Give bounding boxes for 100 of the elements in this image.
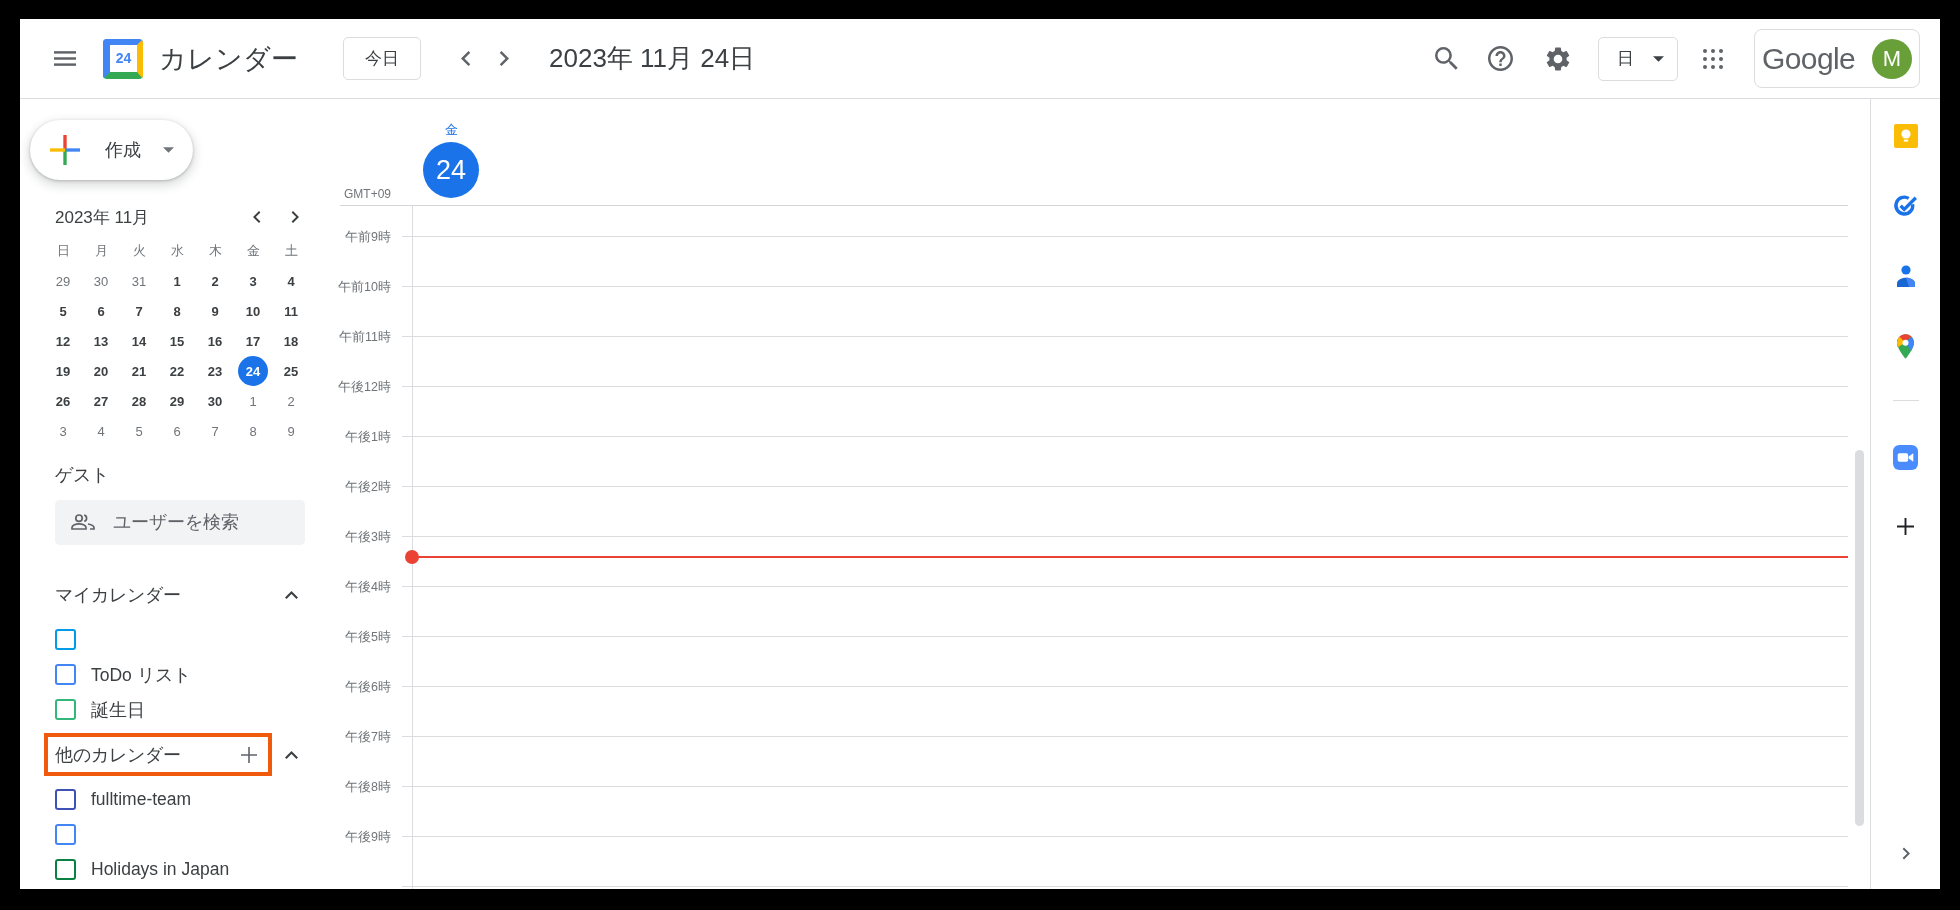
- calendar-name: ToDo リスト: [91, 663, 191, 687]
- chevron-left-icon[interactable]: [461, 51, 471, 66]
- calendar-checkbox[interactable]: [55, 699, 76, 720]
- calendar-day[interactable]: 7: [124, 296, 154, 326]
- hour-label: 午後5時: [344, 629, 392, 646]
- calendar-day[interactable]: 3: [238, 266, 268, 296]
- calendar-day[interactable]: 5: [124, 416, 154, 446]
- calendar-day[interactable]: 17: [238, 326, 268, 356]
- calendar-day[interactable]: 23: [200, 356, 230, 386]
- calendar-day[interactable]: 14: [124, 326, 154, 356]
- calendar-day[interactable]: 1: [162, 266, 192, 296]
- calendar-day[interactable]: 27: [86, 386, 116, 416]
- calendar-day[interactable]: 8: [162, 296, 192, 326]
- calendar-day[interactable]: 1: [238, 386, 268, 416]
- calendar-day[interactable]: 4: [86, 416, 116, 446]
- calendar-day[interactable]: 30: [86, 266, 116, 296]
- calendar-day[interactable]: 2: [200, 266, 230, 296]
- hour-label: 午後6時: [344, 679, 392, 696]
- calendar-day[interactable]: 31: [124, 266, 154, 296]
- date-circle[interactable]: 24: [423, 142, 479, 198]
- help-icon[interactable]: [1487, 46, 1513, 71]
- calendar-day[interactable]: 3: [48, 416, 78, 446]
- chevron-up-icon[interactable]: [284, 590, 298, 599]
- hour-label: 午後9時: [344, 829, 392, 846]
- calendar-checkbox[interactable]: [55, 824, 76, 845]
- calendar-day[interactable]: 11: [276, 296, 306, 326]
- calendar-day[interactable]: 9: [200, 296, 230, 326]
- calendar-name: 誕生日: [91, 698, 145, 722]
- calendar-day[interactable]: 21: [124, 356, 154, 386]
- hour-label: 午前11時: [338, 329, 392, 346]
- calendar-day[interactable]: 13: [86, 326, 116, 356]
- add-icon[interactable]: [1897, 517, 1914, 535]
- calendar-name: Holidays in Japan: [91, 859, 230, 880]
- calendar-day[interactable]: 25: [276, 356, 306, 386]
- hour-label: 午後8時: [344, 779, 392, 796]
- account-button[interactable]: Google M: [1754, 29, 1920, 88]
- weekday-label: 日: [56, 242, 70, 260]
- caret-down-icon: [163, 147, 174, 153]
- calendar-day[interactable]: 15: [162, 326, 192, 356]
- hour-label: 午後1時: [344, 429, 392, 446]
- google-wordmark: Google: [1762, 43, 1856, 74]
- map-pin-icon[interactable]: [1897, 333, 1914, 359]
- calendar-day[interactable]: 10: [238, 296, 268, 326]
- calendar-day[interactable]: 6: [86, 296, 116, 326]
- section-title: 他のカレンダー: [55, 743, 181, 767]
- hour-label: 午後2時: [344, 479, 392, 496]
- plus-icon: [50, 135, 80, 165]
- calendar-day[interactable]: 19: [48, 356, 78, 386]
- calendar-day[interactable]: 2: [276, 386, 306, 416]
- calendar-day[interactable]: 29: [48, 266, 78, 296]
- hour-label: 午後3時: [344, 529, 392, 546]
- app-title: カレンダー: [159, 42, 298, 76]
- today-button[interactable]: 今日: [343, 37, 421, 80]
- calendar-day[interactable]: 6: [162, 416, 192, 446]
- settings-icon[interactable]: [1546, 46, 1570, 71]
- create-button[interactable]: 作成: [30, 120, 193, 180]
- weekday-label: 土: [284, 242, 298, 260]
- calendar-day[interactable]: 5: [48, 296, 78, 326]
- calendar-day[interactable]: 28: [124, 386, 154, 416]
- date-title: 2023年 11月 24日: [549, 42, 756, 75]
- calendar-day[interactable]: 8: [238, 416, 268, 446]
- video-camera-icon[interactable]: [1893, 444, 1918, 470]
- calendar-day[interactable]: 4: [276, 266, 306, 296]
- chevron-up-icon[interactable]: [284, 750, 298, 759]
- hour-label: 午後12時: [337, 379, 392, 396]
- check-circle-icon[interactable]: [1893, 194, 1918, 218]
- chevron-right-icon[interactable]: [291, 211, 299, 223]
- weekday-label: 金: [246, 242, 260, 260]
- calendar-checkbox[interactable]: [55, 664, 76, 685]
- chevron-right-icon[interactable]: [1901, 846, 1910, 860]
- calendar-day[interactable]: 20: [86, 356, 116, 386]
- calendar-day[interactable]: 24: [238, 356, 268, 386]
- apps-grid-icon[interactable]: [1703, 48, 1723, 69]
- calendar-day[interactable]: 16: [200, 326, 230, 356]
- calendar-checkbox[interactable]: [55, 859, 76, 880]
- hour-label: 午後7時: [344, 729, 392, 746]
- calendar-day[interactable]: 30: [200, 386, 230, 416]
- hour-label: 午前10時: [337, 279, 392, 296]
- chevron-right-icon[interactable]: [499, 51, 509, 66]
- calendar-checkbox[interactable]: [55, 789, 76, 810]
- calendar-day[interactable]: 18: [276, 326, 306, 356]
- guests-heading: ゲスト: [55, 464, 109, 486]
- user-search-field[interactable]: ユーザーを検索: [55, 500, 305, 545]
- calendar-day[interactable]: 7: [200, 416, 230, 446]
- menu-icon[interactable]: [54, 51, 76, 66]
- weekday-label: 木: [208, 242, 222, 260]
- calendar-day[interactable]: 26: [48, 386, 78, 416]
- view-dropdown[interactable]: 日: [1598, 36, 1678, 81]
- weekday-label: 金: [444, 121, 458, 139]
- calendar-day[interactable]: 9: [276, 416, 306, 446]
- calendar-day[interactable]: 22: [162, 356, 192, 386]
- scrollbar-thumb[interactable]: [1855, 450, 1864, 826]
- person-icon[interactable]: [1895, 265, 1916, 287]
- calendar-logo: 24: [103, 38, 143, 79]
- chevron-left-icon[interactable]: [253, 211, 261, 223]
- section-title: マイカレンダー: [55, 583, 181, 607]
- calendar-checkbox[interactable]: [55, 629, 76, 650]
- calendar-day[interactable]: 12: [48, 326, 78, 356]
- calendar-day[interactable]: 29: [162, 386, 192, 416]
- search-icon[interactable]: [1435, 46, 1459, 71]
